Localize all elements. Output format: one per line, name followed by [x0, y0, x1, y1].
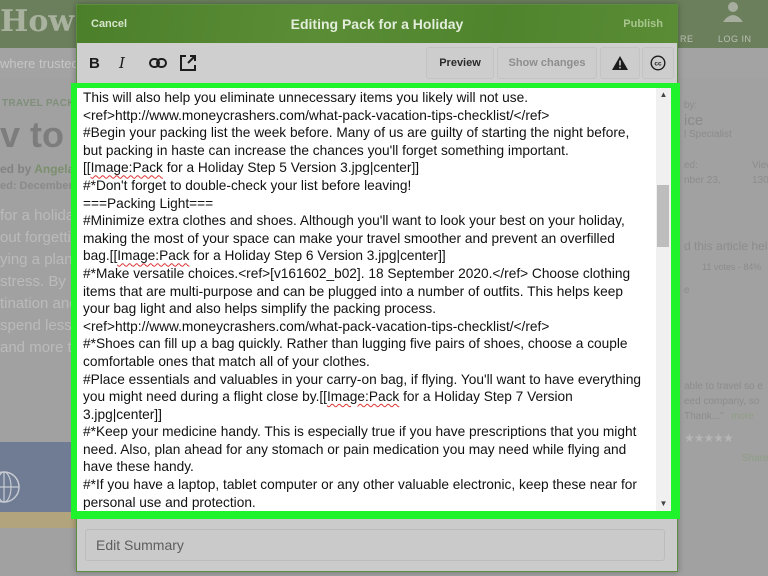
- review-line: able to travel so e: [684, 381, 763, 392]
- external-link-button[interactable]: [177, 51, 199, 75]
- user-icon[interactable]: [722, 0, 744, 22]
- editor-line: your bag light and also helps simplify t…: [83, 301, 437, 317]
- author-prefix: ed by: [0, 162, 35, 176]
- editor-line: items that are multi-purpose and can be …: [83, 283, 623, 299]
- editor-line: #*Don't forget to double-check your list…: [83, 177, 412, 193]
- edit-modal: Cancel Editing Pack for a Holiday Publis…: [71, 4, 680, 572]
- views-value: 130: [752, 175, 768, 186]
- modal-title: Editing Pack for a Holiday: [290, 16, 464, 32]
- author-name-right: ice: [684, 112, 704, 129]
- review-more-link[interactable]: more: [731, 411, 754, 422]
- article-author: ed by Angela: [0, 162, 74, 176]
- editor-line: personal use and protection.: [83, 494, 256, 510]
- creative-commons-icon: cc: [650, 55, 666, 71]
- editor-line: <ref>http://www.moneycrashers.com/what-p…: [83, 107, 550, 123]
- editor-line: #*Make versatile choices.<ref>[v161602_b…: [83, 265, 631, 281]
- scrollbar-thumb[interactable]: [657, 185, 669, 248]
- editor-line: bag.[[Image:Pack for a Holiday Step 6 Ve…: [83, 248, 446, 264]
- editor-line: need. Also, plan ahead for any stomach o…: [83, 441, 627, 457]
- editor-line: This will also help you eliminate unnece…: [83, 90, 529, 105]
- editor-line: <ref>http://www.moneycrashers.com/what-p…: [83, 318, 550, 334]
- bold-button[interactable]: B: [89, 51, 100, 75]
- article-category[interactable]: TRAVEL PACKI: [2, 98, 78, 109]
- site-logo: How: [0, 4, 75, 39]
- editor-line: but packing in haste can increase the ch…: [83, 142, 569, 158]
- editor-toolbar: B I Preview Show changes cc: [77, 43, 677, 83]
- globe-icon: [0, 471, 20, 503]
- modal-header: Cancel Editing Pack for a Holiday Publis…: [77, 5, 677, 43]
- nav-item-more[interactable]: RE: [680, 34, 694, 44]
- editor-scrollbar[interactable]: ▲ ▼: [656, 88, 671, 511]
- editor-line: 3.jpg|center]]: [83, 406, 162, 422]
- link-icon: [149, 58, 167, 68]
- share-link[interactable]: Share: [742, 453, 768, 464]
- editor-line: #Begin your packing list the week before…: [83, 125, 630, 141]
- article-updated: ed: December: [0, 180, 73, 192]
- italic-button[interactable]: I: [119, 51, 125, 75]
- updated-value: nber 23,: [684, 175, 721, 186]
- updated-label: ed:: [684, 160, 698, 171]
- editor-line: #Minimize extra clothes and shoes. Altho…: [83, 213, 625, 229]
- license-button[interactable]: cc: [642, 47, 674, 79]
- review-line: Thank...": [684, 411, 724, 422]
- site-tagline: where trusted: [0, 56, 79, 71]
- author-name[interactable]: Angela: [34, 162, 74, 176]
- helpful-question: d this article help: [684, 239, 768, 253]
- editor-line: comfortable ones that match all of your …: [83, 353, 370, 369]
- scroll-up-icon[interactable]: ▲: [656, 88, 671, 102]
- editor-line: #*If you have a laptop, tablet computer …: [83, 477, 637, 493]
- scroll-down-icon[interactable]: ▼: [656, 497, 671, 511]
- publish-button[interactable]: Publish: [623, 18, 663, 30]
- editor-highlight: This will also help you eliminate unnece…: [71, 83, 680, 519]
- author-role: l Specialist: [684, 129, 732, 140]
- right-extra: e: [684, 285, 690, 296]
- external-link-icon: [180, 55, 196, 71]
- wikitext-editor[interactable]: This will also help you eliminate unnece…: [77, 88, 671, 511]
- editor-line: #*Keep your medicine handy. This is espe…: [83, 424, 637, 440]
- editor-line: making the most of your space can make y…: [83, 230, 615, 246]
- review-line: eed company, so: [684, 396, 760, 407]
- svg-text:cc: cc: [654, 61, 662, 68]
- author-by-label: by:: [684, 100, 698, 111]
- warning-icon: [612, 56, 628, 70]
- editor-line: #Place essentials and valuables in your …: [83, 371, 642, 387]
- votes-count: 11 votes - 84%: [702, 262, 762, 272]
- preview-button[interactable]: Preview: [426, 47, 494, 79]
- editor-line: #*Shoes can fill up a bag quickly. Rathe…: [83, 336, 628, 352]
- editor-line: you might need during a flight close by.…: [83, 389, 573, 405]
- editor-line: [[Image:Pack for a Holiday Step 5 Versio…: [83, 160, 420, 176]
- editor-line: have these handy.: [83, 459, 194, 475]
- warning-button[interactable]: [600, 47, 640, 79]
- nav-login[interactable]: LOG IN: [718, 34, 752, 44]
- editor-line: ===Packing Light===: [83, 195, 214, 211]
- edit-summary-input[interactable]: [85, 529, 665, 561]
- link-button[interactable]: [147, 51, 169, 75]
- views-label: View: [752, 160, 768, 171]
- editor-content[interactable]: This will also help you eliminate unnece…: [83, 89, 649, 511]
- show-changes-button[interactable]: Show changes: [497, 47, 597, 79]
- rating-stars: ★★★★★: [684, 431, 734, 445]
- promo-banner-bar: [0, 512, 80, 528]
